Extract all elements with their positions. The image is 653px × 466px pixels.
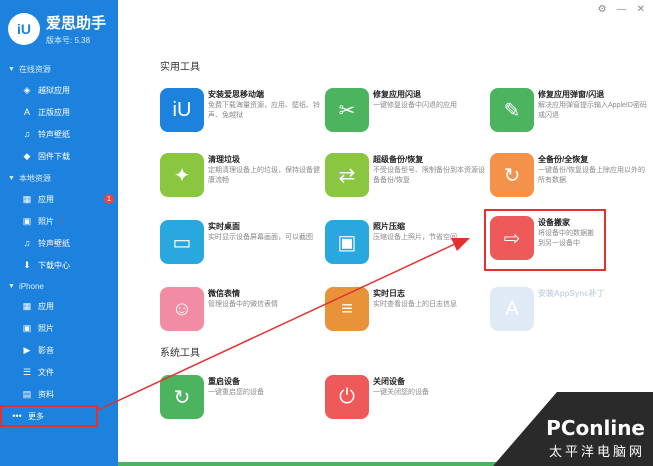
watermark-brand: PConline [546, 416, 645, 440]
arrow-line [97, 243, 456, 411]
watermark-sub: 太平洋电脑网 [548, 444, 645, 459]
